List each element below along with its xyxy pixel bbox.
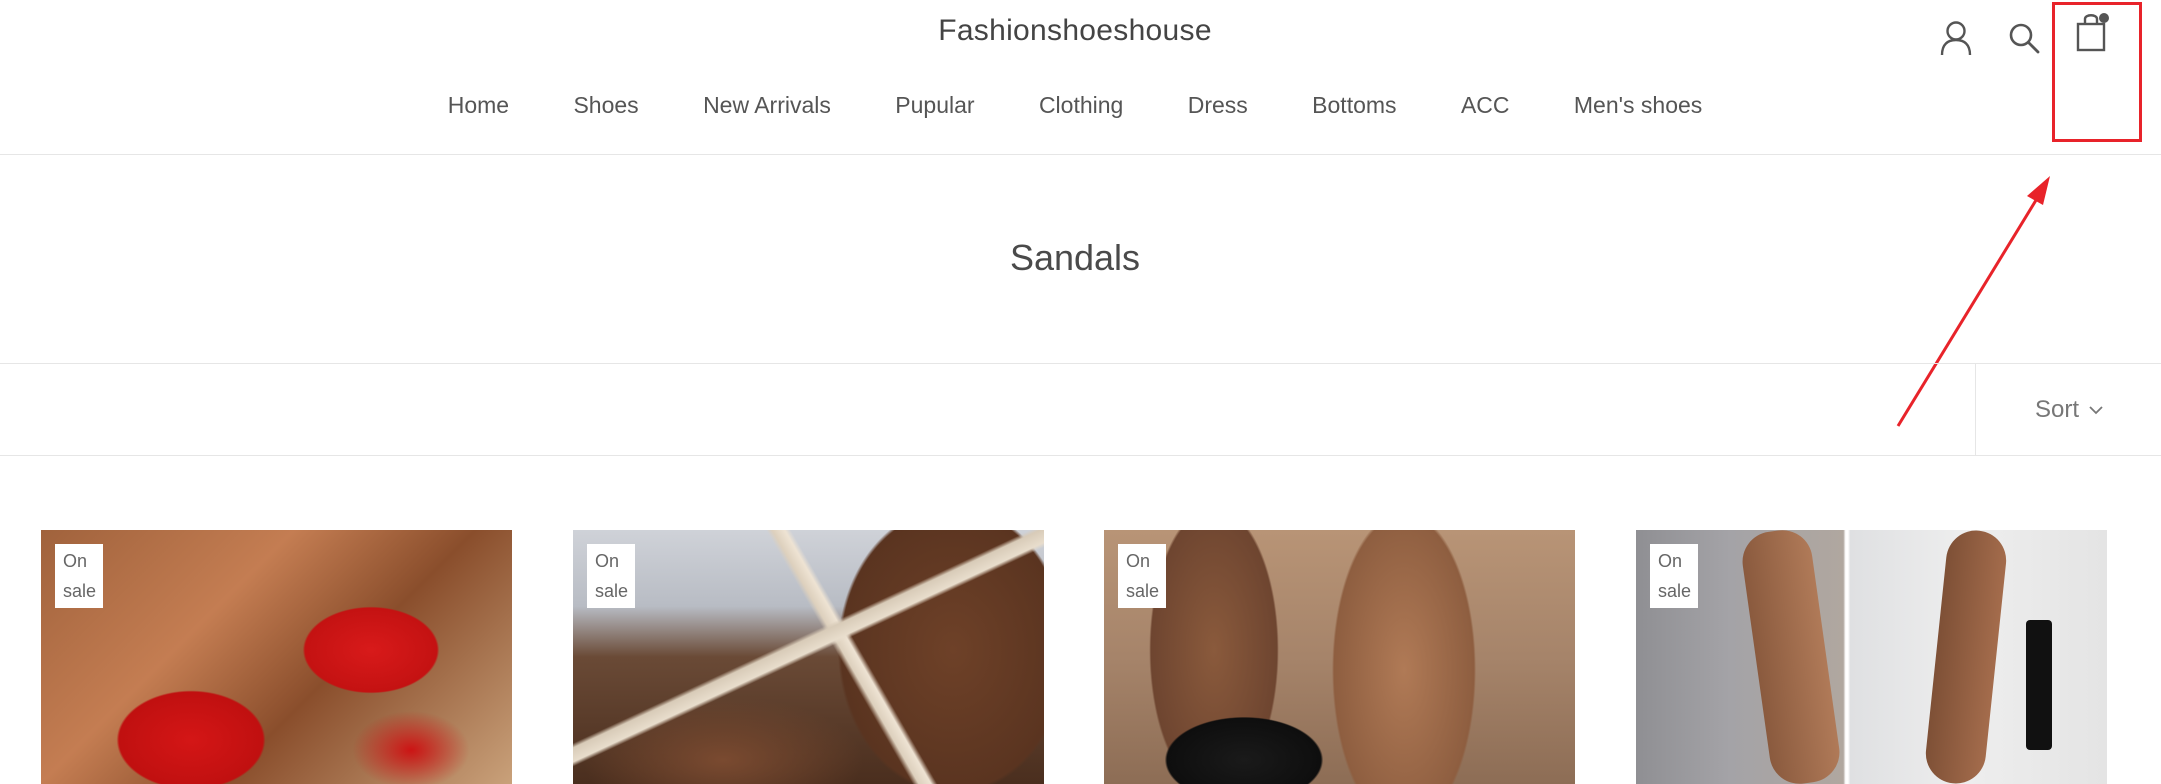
sale-badge: On sale [55,544,103,608]
product-card[interactable]: On sale [573,530,1044,784]
product-image-detail [1738,530,1844,784]
product-image[interactable] [1104,530,1575,784]
product-image[interactable] [573,530,1044,784]
sort-button[interactable]: Sort [1975,364,2161,455]
sale-badge: On sale [587,544,635,608]
product-card[interactable]: On sale [1636,530,2107,784]
product-image[interactable] [41,530,512,784]
product-card[interactable]: On sale [1104,530,1575,784]
product-image-detail [1922,530,2010,784]
product-image-detail [2026,620,2052,750]
sale-badge: On sale [1650,544,1698,608]
collection-toolbar: Sort [0,363,2161,456]
product-image[interactable] [1636,530,2107,784]
page-title: Sandals [1009,237,1141,278]
sort-label: Sort [2034,395,2079,423]
chevron-down-icon [2089,405,2103,414]
sale-badge: On sale [1118,544,1166,608]
collection-header: Sandals [0,155,2161,363]
product-card[interactable]: On sale [41,530,512,784]
